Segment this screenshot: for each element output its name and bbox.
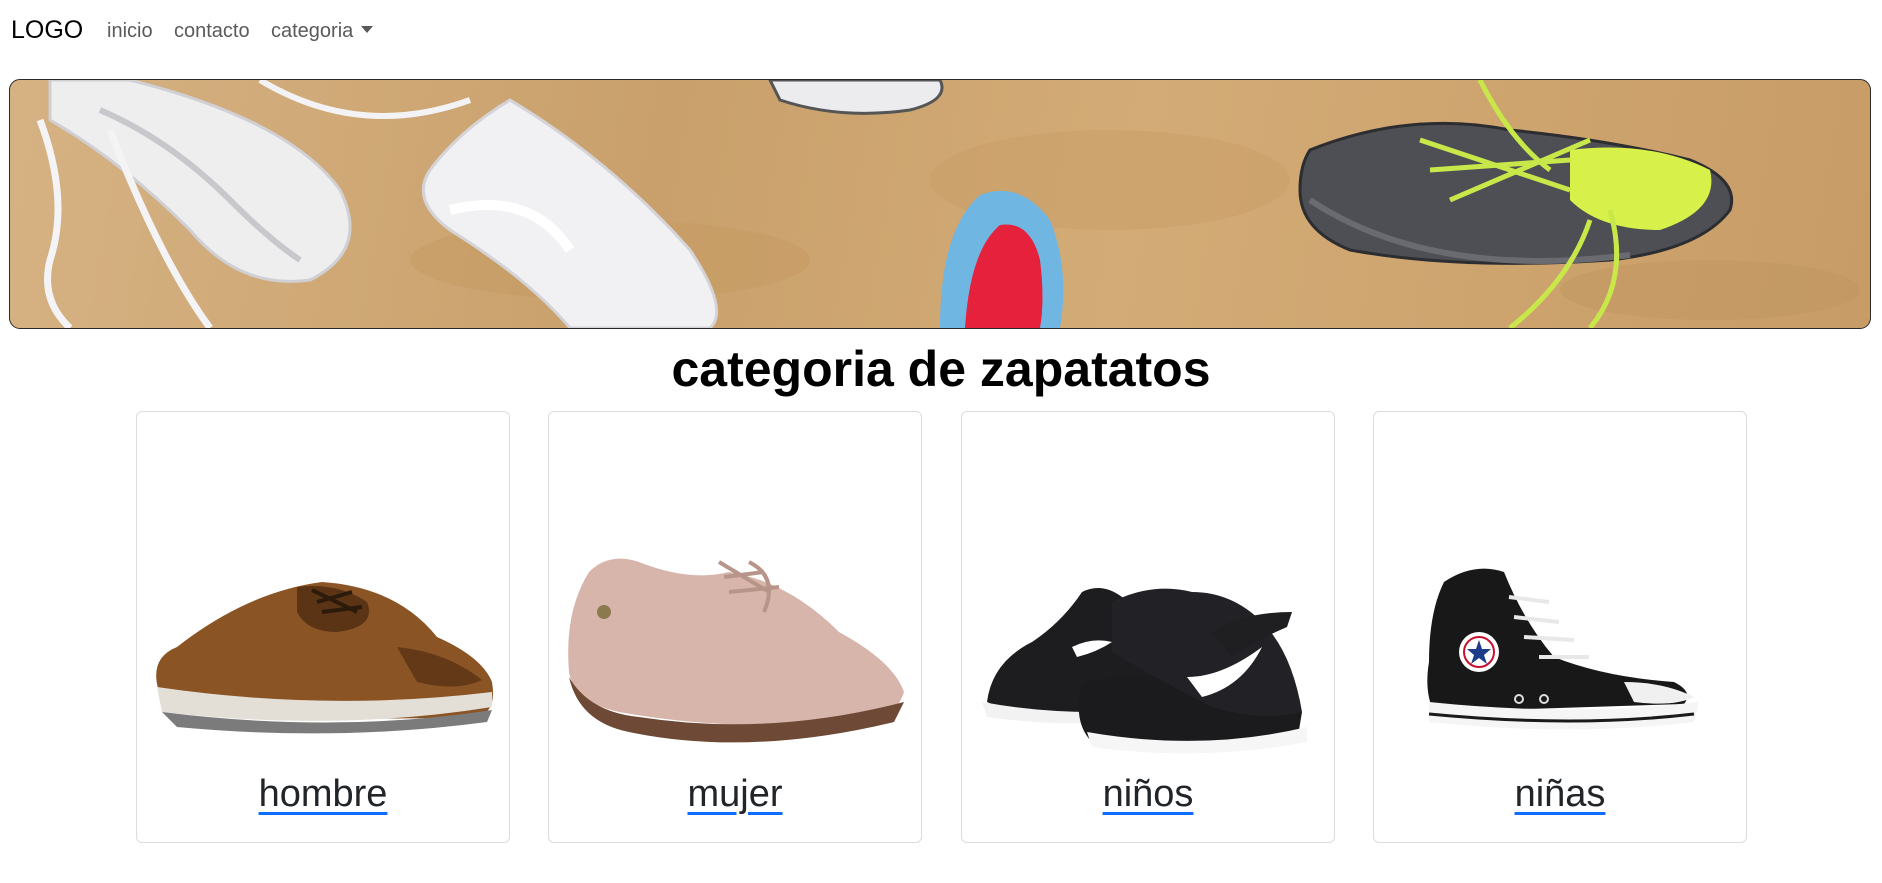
category-card-ninas[interactable]: niñas [1373, 411, 1747, 843]
category-link-hombre[interactable]: hombre [137, 773, 509, 816]
hero-banner-image [9, 79, 1871, 329]
category-card-hombre[interactable]: hombre [136, 411, 510, 843]
nav-link-inicio[interactable]: inicio [107, 20, 153, 43]
category-card-ninos[interactable]: niños [961, 411, 1335, 843]
navbar: LOGO inicio contacto categoria [0, 0, 1882, 64]
category-link-mujer[interactable]: mujer [549, 773, 921, 816]
dropdown-label: categoria [271, 20, 354, 42]
category-link-ninas[interactable]: niñas [1374, 773, 1746, 816]
category-link-ninos[interactable]: niños [962, 773, 1334, 816]
caret-down-icon [361, 26, 374, 34]
page-title: categoria de zapatatos [671, 341, 1211, 397]
nav-link-contacto[interactable]: contacto [174, 20, 250, 43]
category-card-mujer[interactable]: mujer [548, 411, 922, 843]
nav-dropdown-categoria[interactable]: categoria [271, 20, 374, 43]
brand-logo[interactable]: LOGO [11, 16, 83, 45]
